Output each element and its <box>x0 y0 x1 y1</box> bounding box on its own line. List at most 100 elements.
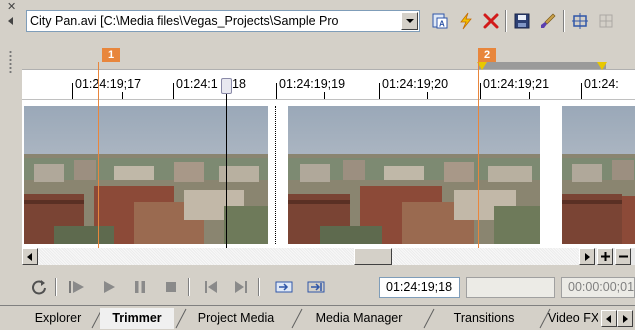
zoom-in-button[interactable] <box>597 248 613 265</box>
next-frame-icon <box>235 281 247 293</box>
playhead-line <box>226 82 227 248</box>
stop-icon <box>166 282 176 292</box>
ruler-timecode: 01:24:19;21 <box>483 77 550 91</box>
play-from-start-button[interactable] <box>66 276 88 298</box>
ruler-tick <box>480 83 481 99</box>
media-properties-icon: A <box>432 13 448 29</box>
plus-icon <box>600 252 610 261</box>
play-icon <box>104 281 115 293</box>
grid-button[interactable] <box>594 9 618 33</box>
close-icon[interactable]: ✕ <box>7 2 16 13</box>
dropdown-arrow-icon[interactable] <box>401 12 418 30</box>
marker-1-line <box>98 62 99 248</box>
marker-bar[interactable]: 1 2 <box>22 44 635 70</box>
duration-field[interactable]: 00:00:00;01 <box>561 277 635 298</box>
play-button[interactable] <box>98 276 120 298</box>
lightning-icon <box>460 12 472 30</box>
tab-explorer[interactable]: Explorer <box>26 308 90 329</box>
minus-icon <box>618 255 628 258</box>
play-from-start-icon <box>69 281 84 293</box>
zoom-out-button[interactable] <box>615 248 631 265</box>
pause-icon <box>135 281 145 293</box>
ruler-tick <box>276 83 277 99</box>
toolbar-separator <box>505 10 507 32</box>
add-to-timeline-button[interactable] <box>273 276 295 298</box>
frame-divider <box>275 106 276 244</box>
brush-button[interactable] <box>536 9 560 33</box>
ruler-timecode: 01:24: <box>584 77 619 91</box>
arrow-left-icon <box>27 252 32 261</box>
media-properties-button[interactable]: A <box>428 9 452 33</box>
tab-project-media[interactable]: Project Media <box>184 308 288 329</box>
video-frame-thumbnail <box>24 106 268 244</box>
lightning-button[interactable] <box>454 9 478 33</box>
tabs-scroll-left-button[interactable] <box>601 310 617 327</box>
transport-bar: 01:24:19;18 00:00:00;01 <box>22 268 635 304</box>
save-button[interactable] <box>510 9 534 33</box>
time-ruler[interactable]: 01:24:19;17 01:24:1 18 01:24:19;19 01:24… <box>22 70 635 100</box>
stop-button[interactable] <box>160 276 182 298</box>
video-frame-thumbnail <box>288 106 540 244</box>
collapse-arrow-icon[interactable] <box>8 17 13 25</box>
current-time-field[interactable]: 01:24:19;18 <box>379 277 460 298</box>
ruler-tick <box>173 83 174 99</box>
brush-icon <box>541 13 556 28</box>
ruler-tick <box>581 83 582 99</box>
loop-playback-button[interactable] <box>28 276 50 298</box>
save-icon <box>514 13 530 29</box>
tab-transitions[interactable]: Transitions <box>432 308 536 329</box>
trimmer-toolbar: City Pan.avi [C:\Media files\Vegas_Proje… <box>22 0 635 44</box>
selection-length-field[interactable] <box>466 277 555 298</box>
ruler-tick <box>379 83 380 99</box>
transport-separator <box>188 278 190 296</box>
transport-separator <box>258 278 260 296</box>
pause-button[interactable] <box>129 276 151 298</box>
marker-2-flag[interactable]: 2 <box>478 48 496 62</box>
loop-region[interactable] <box>478 62 606 69</box>
scroll-track[interactable] <box>38 248 579 265</box>
marker-2-line <box>478 62 479 248</box>
toolbar-separator <box>563 10 565 32</box>
file-selector-dropdown[interactable]: City Pan.avi [C:\Media files\Vegas_Proje… <box>26 10 420 32</box>
horizontal-scrollbar[interactable] <box>22 248 635 265</box>
arrow-right-icon <box>585 252 590 261</box>
playhead-handle[interactable] <box>221 78 232 94</box>
previous-frame-button[interactable] <box>200 276 222 298</box>
delete-button[interactable] <box>479 9 503 33</box>
tab-video-fx[interactable]: Video FX <box>548 308 598 329</box>
tab-trimmer[interactable]: Trimmer <box>100 308 174 329</box>
snapshot-button[interactable] <box>568 9 592 33</box>
scroll-right-button[interactable] <box>579 248 595 265</box>
tabs-scroll-right-button[interactable] <box>617 310 633 327</box>
arrow-left-icon <box>606 314 611 323</box>
window-gripper[interactable]: ✕ <box>0 0 22 305</box>
ruler-minor-tick <box>324 92 325 99</box>
tab-media-manager[interactable]: Media Manager <box>300 308 418 329</box>
delete-icon <box>483 13 499 29</box>
trimmer-timeline[interactable]: 1 2 01:24:19;17 01:24:1 18 01:24:19;19 0… <box>22 44 635 248</box>
add-to-timeline-icon <box>275 281 293 293</box>
ruler-minor-tick <box>529 92 530 99</box>
file-selector-text: City Pan.avi [C:\Media files\Vegas_Proje… <box>30 14 339 28</box>
grid-icon <box>599 14 613 28</box>
ruler-minor-tick <box>122 92 123 99</box>
window-tabs: Explorer Trimmer Project Media Media Man… <box>0 305 635 330</box>
ruler-timecode: 01:24:19;20 <box>382 77 449 91</box>
next-frame-button[interactable] <box>230 276 252 298</box>
ruler-timecode: 01:24:19;19 <box>279 77 346 91</box>
video-frame-thumbnail <box>562 106 635 244</box>
video-thumbnails[interactable] <box>22 102 635 248</box>
scroll-left-button[interactable] <box>22 248 38 265</box>
loop-end-handle[interactable] <box>597 62 607 70</box>
drag-handle[interactable] <box>9 50 12 74</box>
marker-1-flag[interactable]: 1 <box>102 48 120 62</box>
ruler-timecode: 01:24:1 <box>176 77 218 91</box>
ruler-timecode: 01:24:19;17 <box>75 77 142 91</box>
scroll-thumb[interactable] <box>354 248 392 265</box>
add-to-timeline-end-button[interactable] <box>305 276 327 298</box>
previous-frame-icon <box>205 281 217 293</box>
add-to-timeline-end-icon <box>307 281 325 293</box>
arrow-right-icon <box>623 314 628 323</box>
ruler-tick <box>72 83 73 99</box>
ruler-timecode: 18 <box>232 77 246 91</box>
